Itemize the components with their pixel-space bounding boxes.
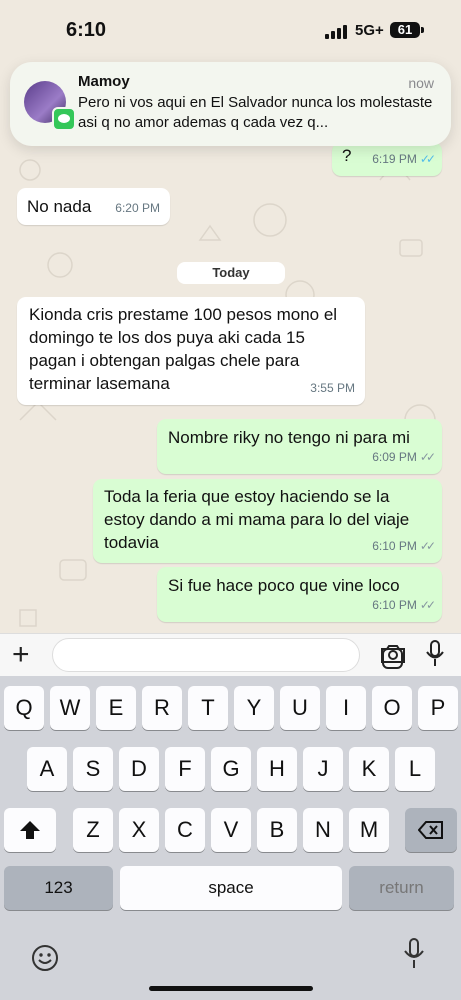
- delete-icon: [417, 821, 443, 839]
- battery-tip: [421, 27, 424, 33]
- double-check-icon: ✓✓: [419, 598, 436, 612]
- message-text: Si fue hace poco que vine loco: [168, 576, 400, 595]
- status-bar: 6:10 5G+ 61: [0, 0, 461, 56]
- notification-banner[interactable]: Mamoy now Pero ni vos aqui en El Salvado…: [10, 62, 451, 146]
- message-time: 6:20 PM: [115, 201, 160, 215]
- key-i[interactable]: I: [326, 686, 366, 730]
- key-w[interactable]: W: [50, 686, 90, 730]
- key-l[interactable]: L: [395, 747, 435, 791]
- shift-icon: [20, 821, 40, 839]
- plus-icon[interactable]: +: [12, 640, 30, 670]
- key-b[interactable]: B: [257, 808, 297, 852]
- delete-key[interactable]: [405, 808, 457, 852]
- space-key[interactable]: space: [120, 866, 342, 910]
- double-check-icon: ✓✓: [419, 152, 436, 166]
- key-z[interactable]: Z: [73, 808, 113, 852]
- key-h[interactable]: H: [257, 747, 297, 791]
- message-time: 3:55 PM: [310, 381, 355, 395]
- key-f[interactable]: F: [165, 747, 205, 791]
- notification-time: now: [408, 75, 434, 91]
- key-p[interactable]: P: [418, 686, 458, 730]
- signal-icon: [325, 25, 347, 39]
- messages-app-icon: [52, 107, 76, 131]
- key-d[interactable]: D: [119, 747, 159, 791]
- message-bubble-incoming[interactable]: No nada 6:20 PM: [17, 188, 170, 225]
- keyboard: Q W E R T Y U I O P A S D F G H J K L Z …: [0, 676, 461, 1000]
- date-separator: Today: [177, 262, 285, 284]
- message-bubble-outgoing[interactable]: ? 6:19 PM ✓✓: [332, 142, 442, 176]
- message-bubble-outgoing[interactable]: Nombre riky no tengo ni para mi 6:09 PM ✓…: [157, 419, 442, 474]
- status-time: 6:10: [66, 19, 107, 41]
- emoji-icon[interactable]: [31, 944, 59, 972]
- key-j[interactable]: J: [303, 747, 343, 791]
- key-k[interactable]: K: [349, 747, 389, 791]
- key-u[interactable]: U: [280, 686, 320, 730]
- key-g[interactable]: G: [211, 747, 251, 791]
- message-text: No nada: [27, 197, 92, 216]
- key-x[interactable]: X: [119, 808, 159, 852]
- camera-icon[interactable]: [380, 644, 406, 664]
- message-bubble-outgoing[interactable]: Si fue hace poco que vine loco 6:10 PM ✓✓: [157, 567, 442, 622]
- return-key[interactable]: return: [349, 866, 454, 910]
- key-q[interactable]: Q: [4, 686, 44, 730]
- double-check-icon: ✓✓: [419, 539, 436, 553]
- numbers-key[interactable]: 123: [4, 866, 113, 910]
- key-r[interactable]: R: [142, 686, 182, 730]
- message-input[interactable]: [52, 638, 403, 672]
- notification-sender: Mamoy: [78, 73, 130, 90]
- key-e[interactable]: E: [96, 686, 136, 730]
- key-v[interactable]: V: [211, 808, 251, 852]
- message-bubble-outgoing[interactable]: Toda la feria que estoy haciendo se la e…: [93, 479, 442, 563]
- key-a[interactable]: A: [27, 747, 67, 791]
- message-input-bar: +: [0, 633, 461, 677]
- shift-key[interactable]: [4, 808, 56, 852]
- key-m[interactable]: M: [349, 808, 389, 852]
- battery-icon: 61: [390, 22, 420, 38]
- dictation-mic-icon[interactable]: [404, 938, 424, 970]
- message-time: 6:19 PM: [372, 152, 417, 166]
- message-text: ?: [342, 146, 352, 165]
- key-c[interactable]: C: [165, 808, 205, 852]
- key-y[interactable]: Y: [234, 686, 274, 730]
- network-label: 5G+: [355, 22, 384, 39]
- message-time: 6:10 PM: [372, 539, 417, 553]
- double-check-icon: ✓✓: [419, 450, 436, 464]
- key-t[interactable]: T: [188, 686, 228, 730]
- message-bubble-incoming[interactable]: Kionda cris prestame 100 pesos mono el d…: [17, 297, 365, 405]
- key-s[interactable]: S: [73, 747, 113, 791]
- notification-message: Pero ni vos aqui en El Salvador nunca lo…: [78, 94, 433, 131]
- message-time: 6:10 PM: [372, 598, 417, 612]
- home-indicator: [149, 986, 313, 991]
- key-o[interactable]: O: [372, 686, 412, 730]
- key-n[interactable]: N: [303, 808, 343, 852]
- message-time: 6:09 PM: [372, 450, 417, 464]
- message-text: Kionda cris prestame 100 pesos mono el d…: [29, 305, 338, 393]
- mic-icon[interactable]: [426, 640, 444, 668]
